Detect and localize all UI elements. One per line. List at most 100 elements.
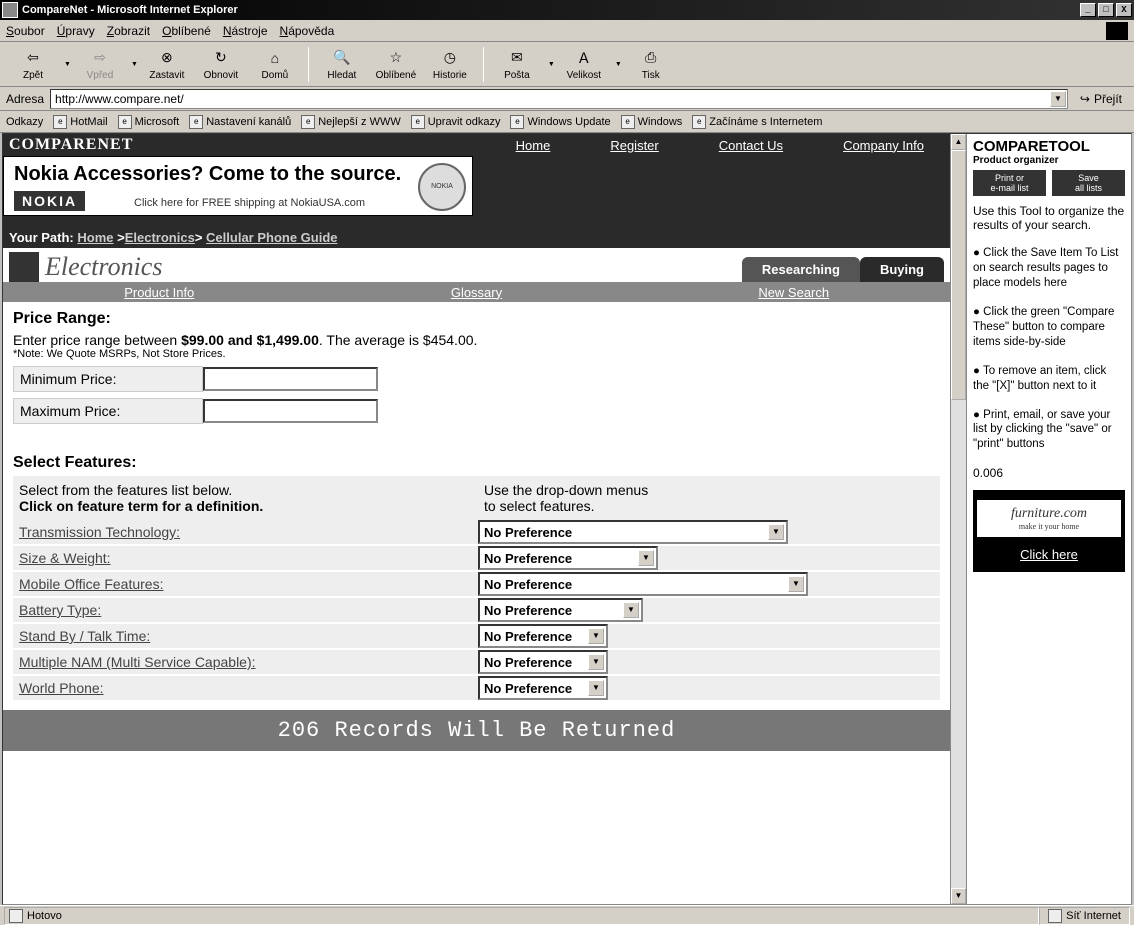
subnav-new-search[interactable]: New Search xyxy=(758,285,829,300)
link-editlinks[interactable]: eUpravit odkazy xyxy=(411,115,501,129)
feature-select[interactable]: No Preference ▼ xyxy=(478,520,788,544)
mail-dropdown[interactable]: ▼ xyxy=(548,61,555,68)
address-dropdown[interactable]: ▼ xyxy=(1050,91,1066,107)
vertical-scrollbar[interactable]: ▲ ▼ xyxy=(950,134,966,904)
home-icon: ⌂ xyxy=(265,48,285,68)
nokia-seal-icon: NOKIA xyxy=(418,163,466,211)
menu-file[interactable]: Soubor xyxy=(6,24,45,38)
print-icon: ⎙ xyxy=(641,48,661,68)
menu-help[interactable]: Nápověda xyxy=(280,24,335,38)
subnav-glossary[interactable]: Glossary xyxy=(451,285,502,300)
stop-icon: ⊗ xyxy=(157,48,177,68)
address-input[interactable] xyxy=(50,89,1068,109)
rp-tip: Click the green "Compare These" button t… xyxy=(973,305,1125,350)
feature-select[interactable]: No Preference ▼ xyxy=(478,572,808,596)
nav-register[interactable]: Register xyxy=(610,138,658,153)
history-button[interactable]: ◷Historie xyxy=(425,46,475,83)
nav-home[interactable]: Home xyxy=(516,138,551,153)
nav-company[interactable]: Company Info xyxy=(843,138,924,153)
rp-tip: Print, email, or save your list by click… xyxy=(973,408,1125,453)
link-channels[interactable]: eNastavení kanálů xyxy=(189,115,291,129)
breadcrumb-guide[interactable]: Cellular Phone Guide xyxy=(206,230,337,245)
link-windows[interactable]: eWindows xyxy=(621,115,683,129)
subnav: Product Info Glossary New Search xyxy=(3,282,950,302)
scroll-track[interactable] xyxy=(951,150,966,888)
scroll-thumb[interactable] xyxy=(951,150,966,400)
forward-button[interactable]: ⇨Vpřed xyxy=(75,46,125,83)
feature-select[interactable]: No Preference ▼ xyxy=(478,650,608,674)
print-email-button[interactable]: Print or e-mail list xyxy=(973,170,1046,196)
feature-label-link[interactable]: Multiple NAM (Multi Service Capable): xyxy=(19,654,256,670)
records-count: 206 Records Will Be Returned xyxy=(3,710,950,751)
size-dropdown[interactable]: ▼ xyxy=(615,61,622,68)
back-icon: ⇦ xyxy=(23,48,43,68)
forward-dropdown[interactable]: ▼ xyxy=(131,61,138,68)
banner-ad[interactable]: Nokia Accessories? Come to the source. N… xyxy=(3,156,473,216)
tab-researching[interactable]: Researching xyxy=(742,257,860,282)
nav-contact[interactable]: Contact Us xyxy=(719,138,783,153)
feature-label-link[interactable]: Mobile Office Features: xyxy=(19,576,163,592)
scroll-up-button[interactable]: ▲ xyxy=(951,134,966,150)
site-logo: COMPARENET xyxy=(9,136,133,154)
min-price-input[interactable] xyxy=(203,367,378,391)
page-icon: e xyxy=(510,115,524,129)
main-content: COMPARENET Home Register Contact Us Comp… xyxy=(3,134,950,904)
search-button[interactable]: 🔍Hledat xyxy=(317,46,367,83)
feature-select[interactable]: No Preference ▼ xyxy=(478,624,608,648)
features-instructions: Select from the features list below. Cli… xyxy=(13,476,940,520)
menu-favorites[interactable]: Oblíbené xyxy=(162,24,211,38)
rp-footer-ad[interactable]: furniture.com make it your home Click he… xyxy=(973,490,1125,572)
breadcrumb-electronics[interactable]: Electronics xyxy=(125,230,195,245)
menu-view[interactable]: Zobrazit xyxy=(107,24,150,38)
ad-title: Nokia Accessories? Come to the source. xyxy=(14,163,462,186)
refresh-icon: ↻ xyxy=(211,48,231,68)
favorites-button[interactable]: ☆Oblíbené xyxy=(371,46,421,83)
print-button[interactable]: ⎙Tisk xyxy=(626,46,676,83)
breadcrumb-home[interactable]: Home xyxy=(77,230,113,245)
banner: Nokia Accessories? Come to the source. N… xyxy=(3,156,950,228)
history-icon: ◷ xyxy=(440,48,460,68)
ie-logo-icon xyxy=(1106,22,1128,40)
rp-intro: Use this Tool to organize the results of… xyxy=(973,204,1125,232)
chevron-down-icon: ▼ xyxy=(588,628,604,644)
link-getstarted[interactable]: eZačínáme s Internetem xyxy=(692,115,822,129)
chevron-down-icon: ▼ xyxy=(588,680,604,696)
save-lists-button[interactable]: Save all lists xyxy=(1052,170,1125,196)
refresh-button[interactable]: ↻Obnovit xyxy=(196,46,246,83)
link-bestof[interactable]: eNejlepší z WWW xyxy=(301,115,401,129)
feature-select[interactable]: No Preference ▼ xyxy=(478,546,658,570)
address-label: Adresa xyxy=(6,92,44,106)
go-button[interactable]: ↪Přejít xyxy=(1074,92,1128,106)
rp-subtitle: Product organizer xyxy=(973,155,1125,166)
feature-select[interactable]: No Preference ▼ xyxy=(478,676,608,700)
menu-edit[interactable]: Úpravy xyxy=(57,24,95,38)
tab-buying[interactable]: Buying xyxy=(860,257,944,282)
minimize-button[interactable]: _ xyxy=(1080,3,1096,17)
link-winupdate[interactable]: eWindows Update xyxy=(510,115,610,129)
scroll-down-button[interactable]: ▼ xyxy=(951,888,966,904)
feature-label-link[interactable]: Stand By / Talk Time: xyxy=(19,628,150,644)
max-price-input[interactable] xyxy=(203,399,378,423)
status-right: Síť Internet xyxy=(1039,907,1130,925)
stop-button[interactable]: ⊗Zastavit xyxy=(142,46,192,83)
link-hotmail[interactable]: eHotMail xyxy=(53,115,107,129)
address-bar: Adresa ▼ ↪Přejít xyxy=(0,87,1134,111)
size-button[interactable]: ＡVelikost xyxy=(559,46,609,83)
back-button[interactable]: ⇦Zpět xyxy=(8,46,58,83)
close-button[interactable]: X xyxy=(1116,3,1132,17)
link-microsoft[interactable]: eMicrosoft xyxy=(118,115,180,129)
page-icon: e xyxy=(189,115,203,129)
mail-button[interactable]: ✉Pošta xyxy=(492,46,542,83)
ad-subtitle: Click here for FREE shipping at NokiaUSA… xyxy=(134,197,365,209)
feature-select[interactable]: No Preference ▼ xyxy=(478,598,643,622)
feature-label-link[interactable]: Size & Weight: xyxy=(19,550,111,566)
feature-label-link[interactable]: World Phone: xyxy=(19,680,104,696)
feature-label-link[interactable]: Transmission Technology: xyxy=(19,524,180,540)
rp-click-here[interactable]: Click here xyxy=(1020,547,1078,562)
maximize-button[interactable]: □ xyxy=(1098,3,1114,17)
back-dropdown[interactable]: ▼ xyxy=(64,61,71,68)
subnav-product-info[interactable]: Product Info xyxy=(124,285,194,300)
menu-tools[interactable]: Nástroje xyxy=(223,24,268,38)
home-button[interactable]: ⌂Domů xyxy=(250,46,300,83)
feature-label-link[interactable]: Battery Type: xyxy=(19,602,101,618)
